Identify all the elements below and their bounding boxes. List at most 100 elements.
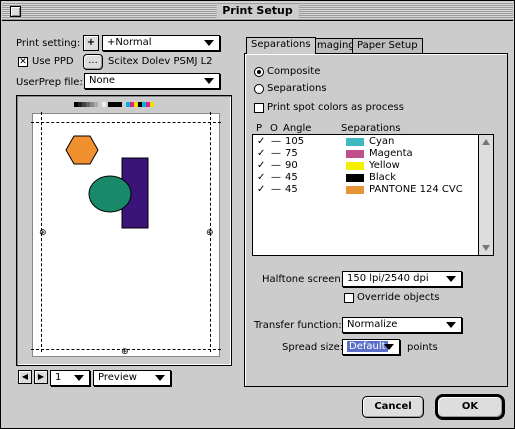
tab-separations[interactable]: Separations bbox=[246, 37, 316, 54]
tab-paper-setup[interactable]: Paper Setup bbox=[352, 38, 423, 54]
chevron-down-icon bbox=[74, 375, 84, 381]
cancel-button[interactable]: Cancel bbox=[362, 396, 424, 418]
scroll-up-icon[interactable] bbox=[482, 139, 490, 145]
overprint-mark[interactable]: — bbox=[271, 136, 281, 148]
composite-label: Composite bbox=[267, 66, 321, 77]
color-patch bbox=[126, 102, 130, 107]
color-patch bbox=[134, 102, 138, 107]
registration-mark-right: ⊕ bbox=[206, 228, 214, 238]
separation-name: Yellow bbox=[369, 160, 400, 171]
color-swatch bbox=[346, 186, 364, 194]
angle-value: 45 bbox=[285, 172, 298, 183]
halftone-label: Halftone screen: bbox=[262, 274, 345, 285]
triangle-left-icon: ◀ bbox=[21, 372, 29, 381]
window-title: Print Setup bbox=[216, 4, 299, 18]
print-check[interactable]: ✓ bbox=[257, 184, 265, 196]
angle-value: 105 bbox=[285, 136, 305, 147]
next-page-button[interactable]: ▶ bbox=[34, 370, 48, 384]
print-check[interactable]: ✓ bbox=[257, 136, 265, 148]
userprep-label: UserPrep file: bbox=[16, 77, 83, 88]
list-item[interactable]: ✓ — 105 Cyan bbox=[255, 136, 475, 148]
page-number-value: 1 bbox=[55, 372, 62, 383]
overprint-mark[interactable]: — bbox=[271, 160, 281, 172]
scroll-down-icon[interactable] bbox=[482, 245, 490, 251]
title-bar[interactable]: Print Setup bbox=[2, 2, 513, 21]
preview-artwork: ⊕ ⊕ ⊕ bbox=[39, 135, 214, 357]
angle-value: 45 bbox=[285, 184, 298, 195]
angle-value: 75 bbox=[285, 148, 298, 159]
spot-colors-checkbox[interactable] bbox=[254, 103, 264, 113]
print-check[interactable]: ✓ bbox=[257, 148, 265, 160]
use-ppd-label: Use PPD bbox=[32, 56, 74, 67]
preview-mode-value: Preview bbox=[98, 372, 137, 383]
page-number-select[interactable]: 1 bbox=[50, 370, 90, 386]
transfer-select[interactable]: Normalize bbox=[342, 317, 462, 333]
print-check[interactable]: ✓ bbox=[257, 160, 265, 172]
color-swatch bbox=[346, 162, 364, 170]
list-item[interactable]: ✓ — 45 Black bbox=[255, 172, 475, 184]
separations-list[interactable]: ✓ — 105 Cyan ✓ — 75 Magenta ✓ — 90 Yello… bbox=[252, 134, 494, 256]
print-setting-label: Print setting: bbox=[16, 38, 81, 49]
chevron-down-icon bbox=[155, 375, 165, 381]
chevron-down-icon bbox=[446, 276, 456, 282]
triangle-right-icon: ▶ bbox=[37, 372, 45, 381]
spot-colors-label: Print spot colors as process bbox=[267, 102, 404, 113]
add-print-setting-button[interactable]: + bbox=[83, 35, 99, 51]
hexagon-shape bbox=[65, 135, 99, 165]
userprep-select[interactable]: None bbox=[84, 73, 220, 89]
ppd-name: Scitex Dolev PSMJ L2 bbox=[108, 56, 213, 67]
list-item[interactable]: ✓ — 90 Yellow bbox=[255, 160, 475, 172]
color-swatch bbox=[346, 174, 364, 182]
color-swatch bbox=[346, 138, 364, 146]
print-setting-value: +Normal bbox=[107, 37, 152, 48]
print-setting-select[interactable]: +Normal bbox=[102, 35, 220, 51]
halftone-value: 150 lpi/2540 dpi bbox=[347, 273, 429, 284]
color-bar bbox=[74, 102, 154, 107]
overprint-mark[interactable]: — bbox=[271, 148, 281, 160]
separation-name: PANTONE 124 CVC bbox=[369, 184, 463, 195]
grey-patch bbox=[98, 102, 102, 107]
separation-name: Cyan bbox=[369, 136, 395, 147]
black-patch bbox=[108, 102, 122, 107]
chevron-down-icon bbox=[204, 78, 214, 84]
previous-page-button[interactable]: ◀ bbox=[18, 370, 32, 384]
separation-name: Magenta bbox=[369, 148, 413, 159]
userprep-value: None bbox=[89, 75, 116, 86]
chevron-down-icon bbox=[446, 322, 456, 328]
grey-patch bbox=[82, 102, 86, 107]
registration-mark-bottom: ⊕ bbox=[121, 347, 129, 357]
separations-radio[interactable] bbox=[254, 84, 264, 94]
color-patch bbox=[142, 102, 146, 107]
use-ppd-checkbox[interactable]: ✕ bbox=[18, 57, 28, 67]
transfer-value: Normalize bbox=[347, 319, 398, 330]
spread-select[interactable]: Default bbox=[342, 339, 400, 355]
grey-patch bbox=[94, 102, 98, 107]
list-scrollbar[interactable] bbox=[478, 135, 493, 255]
override-objects-checkbox[interactable] bbox=[344, 293, 354, 303]
override-objects-label: Override objects bbox=[357, 292, 440, 303]
checkmark-x-icon: ✕ bbox=[19, 57, 27, 67]
grey-patch bbox=[78, 102, 82, 107]
color-patch bbox=[138, 102, 142, 107]
halftone-select[interactable]: 150 lpi/2540 dpi bbox=[342, 271, 462, 287]
angle-value: 90 bbox=[285, 160, 298, 171]
print-check[interactable]: ✓ bbox=[257, 172, 265, 184]
color-patch bbox=[130, 102, 134, 107]
chevron-down-icon bbox=[384, 344, 394, 350]
grey-patch bbox=[90, 102, 94, 107]
ok-button[interactable]: OK bbox=[435, 394, 505, 420]
list-item[interactable]: ✓ — 45 PANTONE 124 CVC bbox=[255, 184, 475, 196]
separation-name: Black bbox=[369, 172, 397, 183]
transfer-label: Transfer function: bbox=[254, 320, 342, 331]
color-patch bbox=[146, 102, 150, 107]
close-box[interactable] bbox=[10, 6, 21, 17]
preview-page: ⊕ ⊕ ⊕ bbox=[31, 112, 221, 357]
select-ppd-button[interactable]: ... bbox=[83, 54, 103, 70]
list-item[interactable]: ✓ — 75 Magenta bbox=[255, 148, 475, 160]
grey-patch bbox=[74, 102, 78, 107]
spread-label: Spread size: bbox=[282, 342, 344, 353]
preview-mode-select[interactable]: Preview bbox=[93, 370, 171, 386]
overprint-mark[interactable]: — bbox=[271, 184, 281, 196]
composite-radio[interactable] bbox=[254, 67, 264, 77]
overprint-mark[interactable]: — bbox=[271, 172, 281, 184]
